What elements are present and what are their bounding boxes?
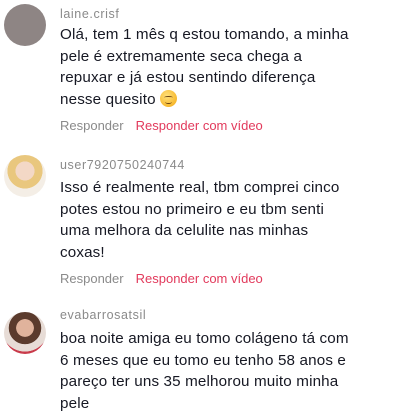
comment-line: uma melhora da celulite nas minhas <box>60 222 309 239</box>
reply-with-video-button[interactable]: Responder com vídeo <box>136 271 263 286</box>
comment-line: pareço ter uns 35 melhorou muito minha <box>60 373 339 390</box>
avatar[interactable] <box>4 4 46 46</box>
comment-line: boa noite amiga eu tomo colágeno tá com <box>60 330 349 347</box>
reply-button[interactable]: Responder <box>60 118 124 133</box>
comment-item: user7920750240744 Isso é realmente real,… <box>0 150 412 295</box>
comment-list: laine.crisf Olá, tem 1 mês q estou toman… <box>0 0 412 412</box>
comment-line: Isso é realmente real, tbm comprei cinco <box>60 179 340 196</box>
comment-username[interactable]: laine.crisf <box>60 7 119 21</box>
avatar[interactable] <box>4 312 46 354</box>
relieved-face-emoji-icon <box>159 89 177 107</box>
comment-actions: Responder Responder com vídeo <box>60 271 263 286</box>
comment-line: pele é extremamente seca chega a <box>60 47 303 65</box>
comment-line: coxas! <box>60 243 105 261</box>
comment-username[interactable]: evabarrosatsil <box>60 308 146 322</box>
comment-actions: Responder Responder com vídeo <box>60 118 263 133</box>
comment-line: potes estou no primeiro e eu tbm senti <box>60 200 325 218</box>
comment-line: pele <box>60 394 90 412</box>
avatar[interactable] <box>4 155 46 197</box>
comment-line: 6 meses que eu tomo eu tenho 58 anos e <box>60 351 347 369</box>
comment-text: Olá, tem 1 mês q estou tomando, a minha … <box>60 24 360 110</box>
reply-button[interactable]: Responder <box>60 271 124 286</box>
comment-line: repuxar e já estou sentindo diferença <box>60 69 316 86</box>
comment-item: evabarrosatsil boa noite amiga eu tomo c… <box>0 302 412 412</box>
comment-line: nesse quesito <box>60 89 360 111</box>
comment-text: boa noite amiga eu tomo colágeno tá com … <box>60 328 360 412</box>
comment-item: laine.crisf Olá, tem 1 mês q estou toman… <box>0 0 412 140</box>
comment-username[interactable]: user7920750240744 <box>60 158 185 172</box>
comment-line: Olá, tem 1 mês q estou tomando, a minha <box>60 26 349 43</box>
reply-with-video-button[interactable]: Responder com vídeo <box>136 118 263 133</box>
comment-text: Isso é realmente real, tbm comprei cinco… <box>60 177 360 263</box>
